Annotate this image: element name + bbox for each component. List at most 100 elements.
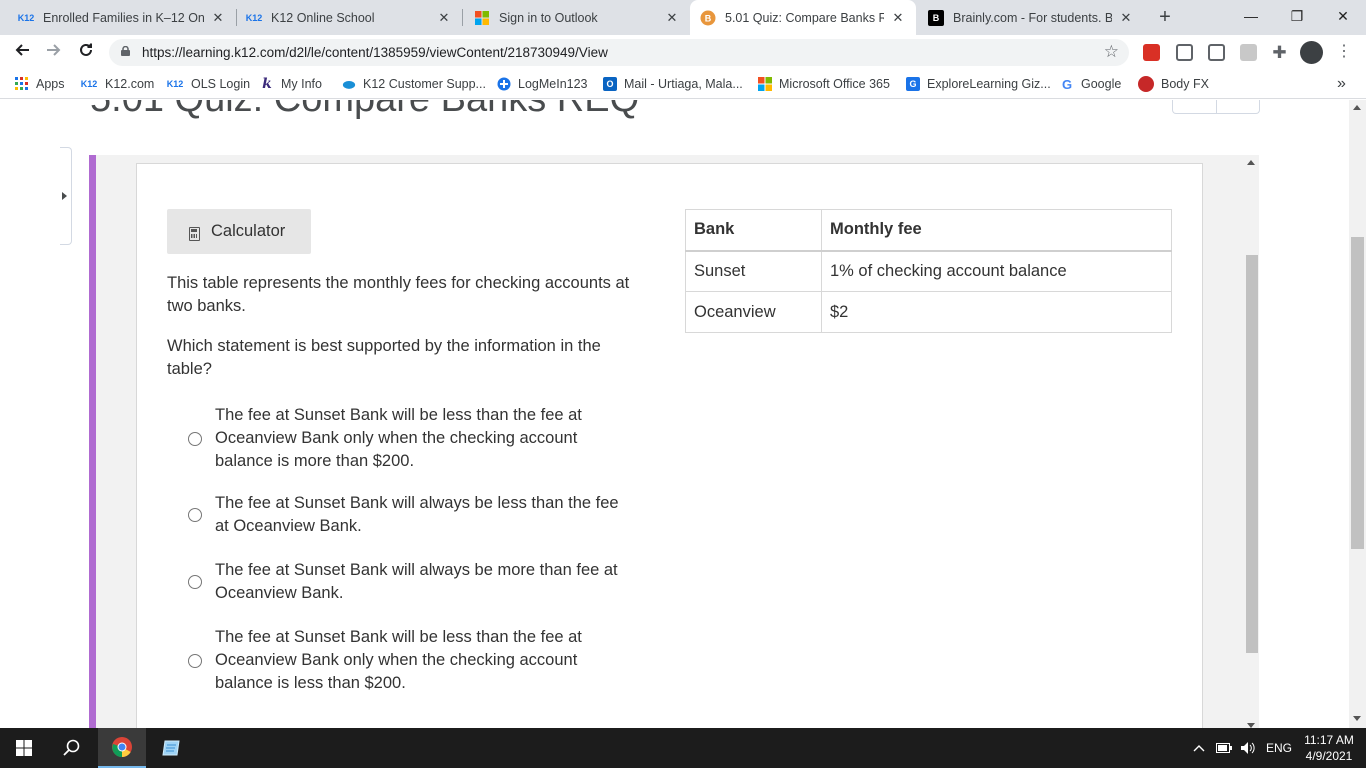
bookmark-google[interactable]: G Google [1060,69,1121,99]
tab-outlook[interactable]: Sign in to Outlook ✕ [464,0,690,35]
taskbar-app[interactable] [148,728,196,768]
grey-extension-icon[interactable] [1240,44,1257,61]
scroll-up-arrow-icon[interactable] [1353,105,1361,110]
video-extension-icon[interactable] [1176,44,1193,61]
bookmark-mail[interactable]: O Mail - Urtiaga, Mala... [603,69,743,99]
option-text: The fee at Sunset Bank will always be mo… [215,561,618,602]
radio-button[interactable] [188,653,202,668]
clock-date: 4/9/2021 [1305,749,1353,763]
url-text[interactable]: https://learning.k12.com/d2l/le/content/… [142,45,608,60]
address-bar[interactable]: https://learning.k12.com/d2l/le/content/… [109,39,1129,66]
answer-option-b[interactable]: The fee at Sunset Bank will always be le… [188,492,628,538]
bookmark-apps[interactable]: Apps [15,69,65,99]
chevron-right-icon [62,192,67,200]
bookmark-body-fx[interactable]: Body FX [1138,69,1209,99]
bookmark-label: My Info [281,77,322,91]
back-arrow-icon [15,44,29,56]
answer-option-c[interactable]: The fee at Sunset Bank will always be mo… [188,559,628,605]
new-tab-button[interactable]: + [1154,6,1176,28]
bookmarks-bar: Apps K12 K12.com K12 OLS Login k My Info… [0,69,1366,99]
option-text: The fee at Sunset Bank will be less than… [215,406,582,470]
start-button[interactable] [0,728,48,768]
table-cell: Oceanview [685,291,822,333]
k12-favicon-icon: K12 [17,12,35,23]
gizmos-icon: G [906,77,920,91]
column-header: Monthly fee [821,209,1172,252]
scroll-up-arrow-icon[interactable] [1247,160,1255,165]
frame-scrollbar[interactable] [1244,158,1258,728]
answer-option-a[interactable]: The fee at Sunset Bank will be less than… [188,404,628,473]
calculator-button[interactable]: Calculator [167,209,311,254]
bookmark-my-info[interactable]: k My Info [260,69,322,99]
forward-button[interactable] [40,38,68,66]
lock-icon [121,46,130,56]
radio-button[interactable] [188,575,202,589]
bookmark-k12-com[interactable]: K12 K12.com [80,69,155,99]
tab-title: K12 Online School [271,10,375,25]
save-extension-icon[interactable] [1208,44,1225,61]
scrollbar-thumb[interactable] [1351,237,1364,549]
tab-close-icon[interactable]: ✕ [890,10,906,26]
extensions-puzzle-icon[interactable]: ✚ [1271,44,1288,61]
tab-close-icon[interactable]: ✕ [436,10,452,26]
table-cell: $2 [821,291,1172,333]
tab-enrolled-families[interactable]: K12 Enrolled Families in K–12 Onlin ✕ [8,0,236,35]
bookmark-label: K12 Customer Supp... [363,77,486,91]
fees-table: Bank Monthly fee Sunset 1% of checking a… [685,209,1172,333]
page-scrollbar[interactable] [1349,100,1366,728]
radio-button[interactable] [188,431,202,446]
restore-button[interactable]: ❐ [1274,0,1320,32]
tab-close-icon[interactable]: ✕ [664,10,680,26]
tab-title: Enrolled Families in K–12 Onlin [43,10,204,25]
bookmark-explorelearning[interactable]: G ExploreLearning Giz... [906,69,1051,99]
bookmarks-overflow-button[interactable]: » [1337,69,1346,99]
bookmark-office-365[interactable]: Microsoft Office 365 [758,69,890,99]
show-hidden-icons-button[interactable] [1193,728,1205,768]
browser-tab-strip: K12 Enrolled Families in K–12 Onlin ✕ K1… [0,0,1366,35]
close-window-button[interactable]: ✕ [1320,0,1366,32]
table-cell: 1% of checking account balance [821,250,1172,292]
answer-option-d[interactable]: The fee at Sunset Bank will be less than… [188,626,628,695]
k12-icon: K12 [166,79,184,89]
profile-avatar-icon[interactable] [1300,41,1323,64]
system-clock[interactable]: 11:17 AM 4/9/2021 [1296,732,1362,764]
language-indicator[interactable]: ENG [1266,728,1292,768]
windows-taskbar: ENG 11:17 AM 4/9/2021 [0,728,1366,768]
table-row: Sunset 1% of checking account balance [685,250,1172,292]
bookmark-label: Microsoft Office 365 [779,77,890,91]
calculator-icon [189,226,200,241]
sidebar-toggle-button[interactable] [60,147,72,245]
bookmark-star-icon[interactable]: ☆ [1104,42,1119,62]
reload-button[interactable] [72,38,100,66]
clock-time: 11:17 AM [1304,733,1354,747]
volume-icon[interactable] [1240,728,1256,768]
tab-close-icon[interactable]: ✕ [210,10,226,26]
page-title: 5.01 Quiz: Compare Banks REQ [90,100,639,121]
reload-icon [80,43,92,56]
tab-quiz-active[interactable]: B 5.01 Quiz: Compare Banks REQ ✕ [690,0,916,35]
cloud-icon [342,77,356,91]
calculator-label: Calculator [211,222,286,240]
tab-k12-online-school[interactable]: K12 K12 Online School ✕ [236,0,462,35]
acrobat-extension-icon[interactable] [1143,44,1160,61]
scrollbar-thumb[interactable] [1246,255,1258,653]
bookmark-logmein123[interactable]: LogMeIn123 [497,69,588,99]
bodyfx-icon [1138,76,1154,92]
battery-icon[interactable] [1216,728,1232,768]
logmein-icon [497,77,511,91]
bookmark-label: K12.com [105,77,155,91]
scroll-down-arrow-icon[interactable] [1353,716,1361,721]
search-button[interactable] [48,728,96,768]
question-intro: This table represents the monthly fees f… [167,274,630,315]
page-nav-buttons[interactable] [1172,100,1260,114]
chrome-menu-icon[interactable]: ⋮ [1336,42,1352,62]
bookmark-k12-customer-support[interactable]: K12 Customer Supp... [342,69,486,99]
radio-button[interactable] [188,508,202,522]
windows-logo-icon [16,740,32,756]
back-button[interactable] [8,38,36,66]
minimize-button[interactable]: — [1228,0,1274,32]
bookmark-ols-login[interactable]: K12 OLS Login [166,69,250,99]
tab-brainly[interactable]: B Brainly.com - For students. By ✕ [918,0,1144,35]
tab-close-icon[interactable]: ✕ [1118,10,1134,26]
taskbar-chrome[interactable] [98,728,146,768]
